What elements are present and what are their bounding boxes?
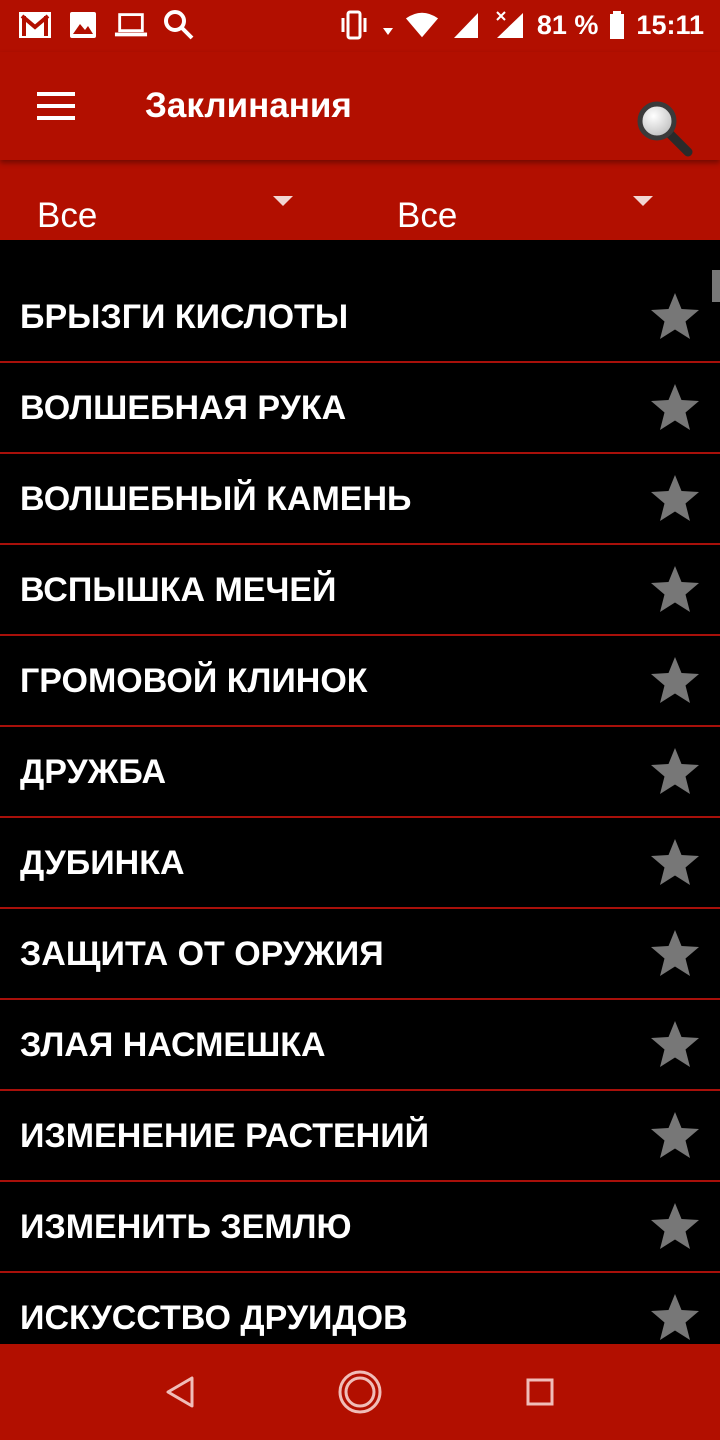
app-bar: Заклинания (0, 52, 720, 160)
star-icon[interactable] (648, 472, 702, 526)
spell-name: ИЗМЕНЕНИЕ РАСТЕНИЙ (20, 1117, 430, 1155)
filter-dropdown-2[interactable]: Все (397, 160, 657, 240)
spell-name: ИЗМЕНИТЬ ЗЕМЛЮ (20, 1208, 352, 1246)
gmail-icon (18, 8, 52, 42)
spell-name: ДУБИНКА (20, 844, 185, 882)
spell-name: ВОЛШЕБНАЯ РУКА (20, 389, 347, 427)
star-icon[interactable] (648, 1291, 702, 1344)
home-icon[interactable] (334, 1366, 386, 1418)
filter-bar: Все Все (0, 160, 720, 240)
signal-icon (449, 8, 483, 42)
spell-name: ЗЛАЯ НАСМЕШКА (20, 1026, 326, 1064)
gallery-icon (66, 8, 100, 42)
star-icon[interactable] (648, 745, 702, 799)
status-right-icons: 81 % 15:11 (337, 8, 704, 42)
spell-list-item[interactable]: ВСПЫШКА МЕЧЕЙ (0, 545, 720, 636)
spell-list[interactable]: БРЫЗГИ КИСЛОТЫ ВОЛШЕБНАЯ РУКА ВОЛШЕБНЫЙ КА… (0, 240, 720, 1344)
status-bar: 81 % 15:11 (0, 0, 720, 52)
hamburger-menu-icon[interactable] (30, 82, 82, 130)
laptop-icon (114, 8, 148, 42)
star-icon[interactable] (648, 836, 702, 890)
star-icon[interactable] (648, 654, 702, 708)
battery-percent: 81 % (536, 9, 599, 40)
search-icon[interactable] (632, 96, 696, 160)
download-arrow-icon (381, 8, 395, 42)
spell-list-item[interactable]: ВОЛШЕБНЫЙ КАМЕНЬ (0, 454, 720, 545)
spell-name: ВСПЫШКА МЕЧЕЙ (20, 571, 337, 609)
star-icon[interactable] (648, 927, 702, 981)
star-icon[interactable] (648, 1200, 702, 1254)
dropdown-arrow-icon (633, 196, 653, 206)
star-icon[interactable] (648, 381, 702, 435)
star-icon[interactable] (648, 290, 702, 344)
spell-name: ГРОМОВОЙ КЛИНОК (20, 662, 368, 700)
spell-list-item[interactable]: ИСКУССТВО ДРУИДОВ (0, 1273, 720, 1344)
back-icon[interactable] (154, 1366, 206, 1418)
spell-list-item[interactable]: ВОЛШЕБНАЯ РУКА (0, 363, 720, 454)
battery-icon (608, 8, 626, 42)
spell-list-item[interactable]: ДУБИНКА (0, 818, 720, 909)
star-icon[interactable] (648, 563, 702, 617)
spell-list-item[interactable]: ИЗМЕНЕНИЕ РАСТЕНИЙ (0, 1091, 720, 1182)
status-left-icons (18, 8, 196, 42)
page-title: Заклинания (145, 86, 352, 125)
spell-name: ВОЛШЕБНЫЙ КАМЕНЬ (20, 480, 412, 518)
star-icon[interactable] (648, 1109, 702, 1163)
spell-list-item[interactable]: ЗАЩИТА ОТ ОРУЖИЯ (0, 909, 720, 1000)
filter-2-label: Все (397, 196, 458, 235)
recents-icon[interactable] (514, 1366, 566, 1418)
signal-no-data-icon (493, 8, 527, 42)
star-icon[interactable] (648, 1018, 702, 1072)
spell-list-item[interactable]: ЗЛАЯ НАСМЕШКА (0, 1000, 720, 1091)
clock: 15:11 (636, 9, 704, 40)
spell-name: ЗАЩИТА ОТ ОРУЖИЯ (20, 935, 384, 973)
spell-list-item[interactable]: ДРУЖБА (0, 727, 720, 818)
navigation-bar (0, 1344, 720, 1440)
spell-list-item[interactable]: БРЫЗГИ КИСЛОТЫ (0, 272, 720, 363)
wifi-icon (405, 8, 439, 42)
spell-list-item[interactable]: ГРОМОВОЙ КЛИНОК (0, 636, 720, 727)
spell-name: ДРУЖБА (20, 753, 167, 791)
filter-dropdown-1[interactable]: Все (37, 160, 297, 240)
filter-1-label: Все (37, 196, 98, 235)
vibrate-icon (337, 8, 371, 42)
search-icon (162, 8, 196, 42)
dropdown-arrow-icon (273, 196, 293, 206)
spell-name: ИСКУССТВО ДРУИДОВ (20, 1299, 408, 1337)
spell-name: БРЫЗГИ КИСЛОТЫ (20, 298, 349, 336)
spell-list-item[interactable]: ИЗМЕНИТЬ ЗЕМЛЮ (0, 1182, 720, 1273)
